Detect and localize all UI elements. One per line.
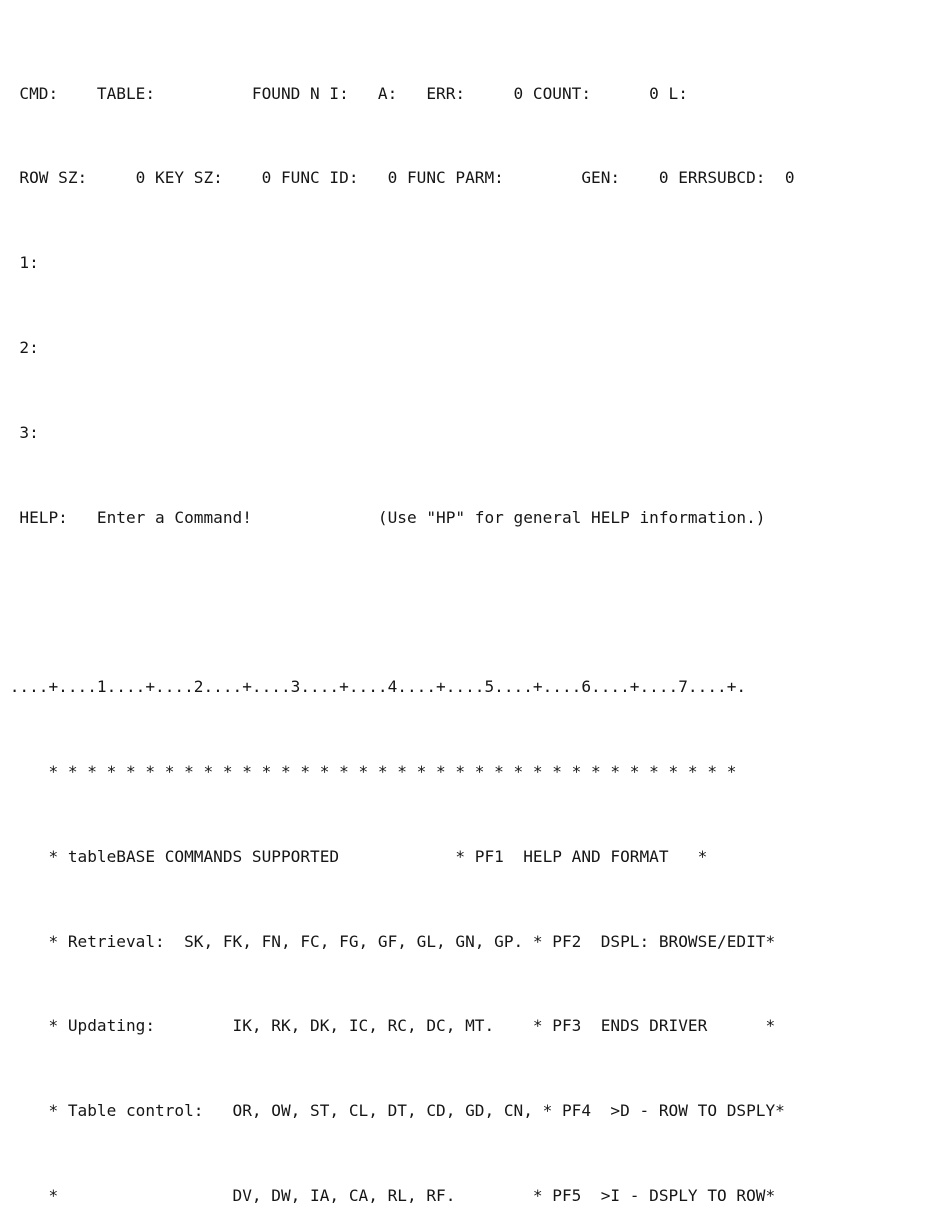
input-line-1[interactable]: 1:	[0, 252, 795, 273]
status-line-sizes: ROW SZ: 0 KEY SZ: 0 FUNC ID: 0 FUNC PARM…	[0, 168, 795, 188]
panel-border-top: * * * * * * * * * * * * * * * * * * * * …	[0, 761, 737, 781]
help-message-line: HELP: Enter a Command! (Use "HP" for gen…	[0, 507, 766, 527]
blank-line-1	[0, 591, 795, 612]
command-group-retrieval: * Retrieval: SK, FK, FN, FC, FG, GF, GL,…	[0, 931, 776, 951]
status-line-cmd[interactable]: CMD: TABLE: FOUND N I: A: ERR: 0 COUNT: …	[0, 83, 795, 104]
input-line-2[interactable]: 2:	[0, 337, 795, 358]
command-group-table-control-cont: * DV, DW, IA, CA, RL, RF. * PF5 >I - DSP…	[0, 1185, 776, 1205]
command-group-updating: * Updating: IK, RK, DK, IC, RC, DC, MT. …	[0, 1016, 776, 1036]
screen-text-area: CMD: TABLE: FOUND N I: A: ERR: 0 COUNT: …	[0, 19, 795, 1226]
panel-heading-commands-supported: * tableBASE COMMANDS SUPPORTED * PF1 HEL…	[0, 846, 708, 866]
column-ruler: ....+....1....+....2....+....3....+....4…	[0, 677, 747, 697]
input-line-3[interactable]: 3:	[0, 422, 795, 443]
command-group-table-control: * Table control: OR, OW, ST, CL, DT, CD,…	[0, 1101, 785, 1121]
terminal-screen: CMD: TABLE: FOUND N I: A: ERR: 0 COUNT: …	[0, 0, 933, 1205]
